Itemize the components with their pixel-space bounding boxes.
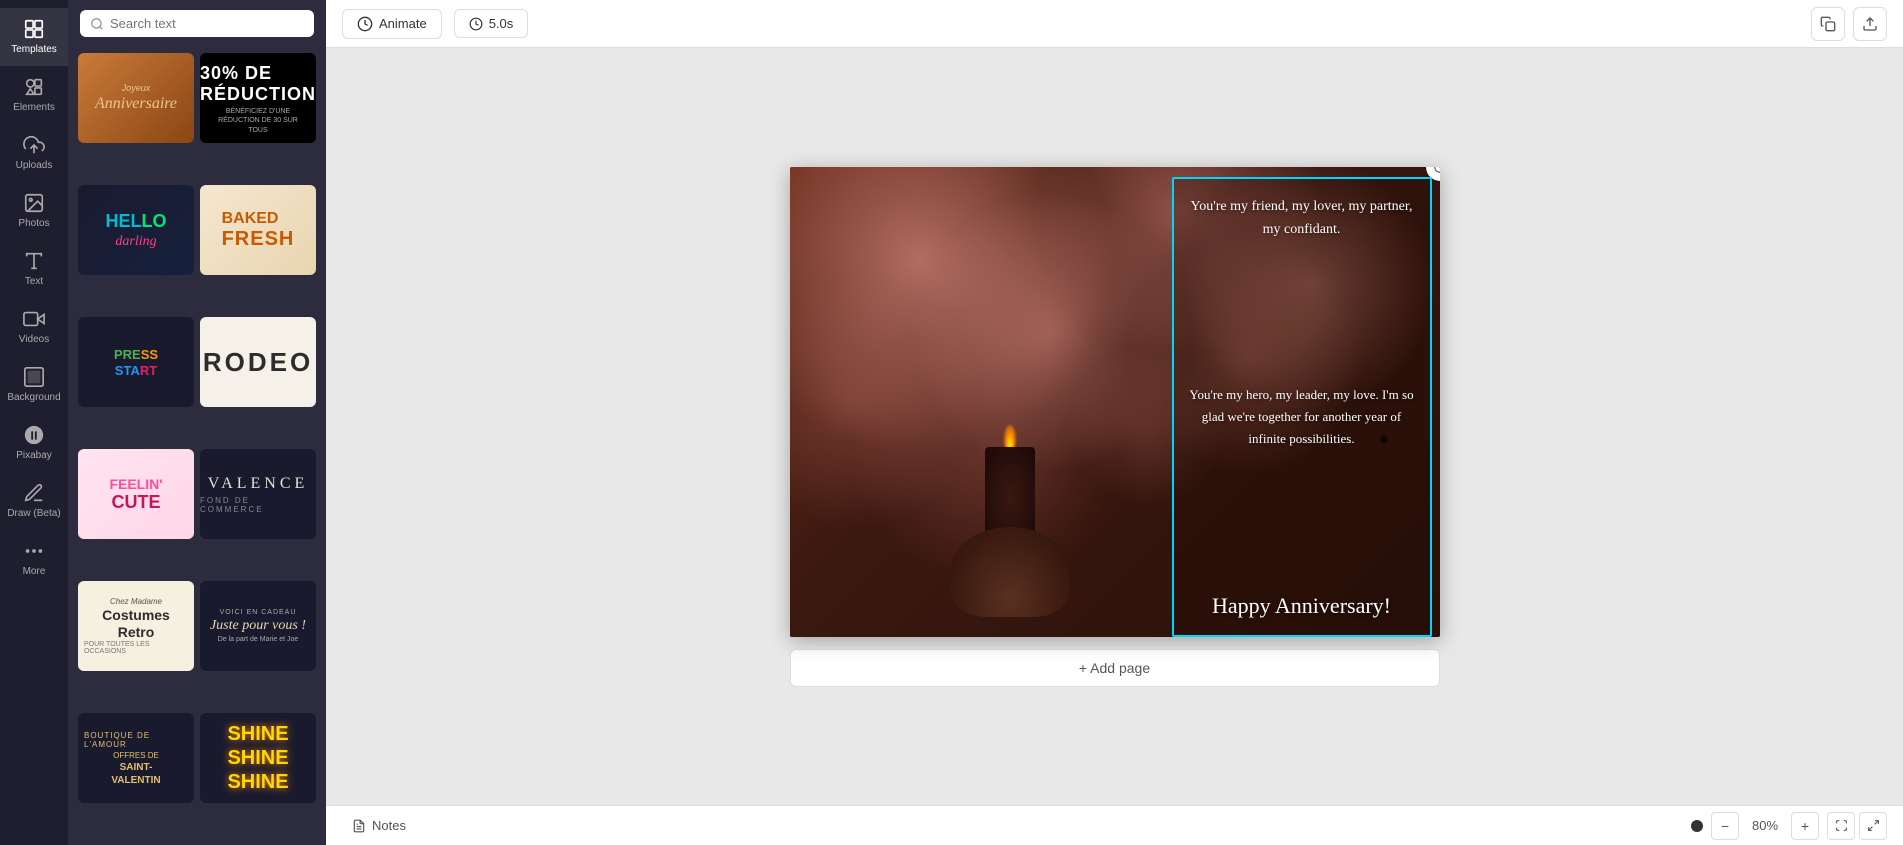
- text-icon: [23, 250, 45, 272]
- video-icon: [23, 308, 45, 330]
- search-box[interactable]: [80, 10, 314, 37]
- canvas-wrapper: You're my friend, my lover, my partner, …: [790, 167, 1440, 687]
- canvas[interactable]: You're my friend, my lover, my partner, …: [790, 167, 1440, 637]
- template-card-baked[interactable]: BAKED FRESH: [200, 185, 316, 275]
- template-card-press[interactable]: PRESS START: [78, 317, 194, 407]
- upload-icon: [23, 134, 45, 156]
- pixabay-icon: [23, 424, 45, 446]
- zoom-controls: − 80% +: [1711, 812, 1819, 840]
- notes-icon: [352, 819, 366, 833]
- signature-text: Happy Anniversary!: [1188, 593, 1416, 619]
- sidebar-item-templates[interactable]: Templates: [0, 8, 68, 66]
- more-icon: [23, 540, 45, 562]
- clock-icon: [469, 17, 483, 31]
- top-actions: [1811, 7, 1887, 41]
- template-card-hello[interactable]: HELLO darling: [78, 185, 194, 275]
- search-icon: [90, 17, 104, 31]
- sidebar-item-uploads[interactable]: Uploads: [0, 124, 68, 182]
- templates-panel: Joyeux Anniversaire 30% DERÉDUCTION BÉNÉ…: [68, 0, 326, 845]
- templates-grid: Joyeux Anniversaire 30% DERÉDUCTION BÉNÉ…: [68, 47, 326, 845]
- sidebar-item-pixabay[interactable]: Pixabay: [0, 414, 68, 472]
- bottom-bar: Notes − 80% +: [326, 805, 1903, 845]
- sidebar-item-draw[interactable]: Draw (Beta): [0, 472, 68, 530]
- template-card-saint[interactable]: BOUTIQUE DE L'AMOUR OFFRES DE SAINT- VAL…: [78, 713, 194, 803]
- template-card-rodeo[interactable]: RODEO: [200, 317, 316, 407]
- image-icon: [23, 192, 45, 214]
- view-controls: [1827, 812, 1887, 840]
- main-area: Animate 5.0s: [326, 0, 1903, 845]
- background-icon: [23, 366, 45, 388]
- template-card-feelin[interactable]: FEELIN' CUTE: [78, 449, 194, 539]
- template-card-costumes[interactable]: Chez Madame Costumes Retro POUR TOUTES L…: [78, 581, 194, 671]
- fullscreen-button[interactable]: [1859, 812, 1887, 840]
- animate-icon: [357, 16, 373, 32]
- verse1-text: You're my friend, my lover, my partner, …: [1188, 195, 1416, 243]
- search-input[interactable]: [110, 16, 304, 31]
- sidebar-item-text[interactable]: Text: [0, 240, 68, 298]
- template-card-shine[interactable]: SHINE SHINE SHINE: [200, 713, 316, 803]
- draw-icon: [23, 482, 45, 504]
- zoom-out-button[interactable]: −: [1711, 812, 1739, 840]
- shapes-icon: [23, 76, 45, 98]
- animate-button[interactable]: Animate: [342, 9, 442, 39]
- copy-button[interactable]: [1811, 7, 1845, 41]
- sidebar-item-more[interactable]: More: [0, 530, 68, 588]
- grid-icon: [23, 18, 45, 40]
- verse2-text: You're my hero, my leader, my love. I'm …: [1188, 384, 1416, 450]
- candle-flame: [1004, 425, 1016, 449]
- template-card-reduction[interactable]: 30% DERÉDUCTION BÉNÉFICIEZ D'UNE RÉDUCTI…: [200, 53, 316, 143]
- template-card-anniversaire[interactable]: Joyeux Anniversaire: [78, 53, 194, 143]
- top-bar: Animate 5.0s: [326, 0, 1903, 48]
- sidebar-item-elements[interactable]: Elements: [0, 66, 68, 124]
- text-overlay-box[interactable]: You're my friend, my lover, my partner, …: [1172, 177, 1432, 637]
- template-card-juste[interactable]: VOICI EN CADEAU Juste pour vous ! De la …: [200, 581, 316, 671]
- candle-holder: [950, 527, 1070, 617]
- search-container: [68, 0, 326, 47]
- add-page-button[interactable]: + Add page: [790, 649, 1440, 687]
- zoom-label: 80%: [1745, 818, 1785, 833]
- sidebar-item-videos[interactable]: Videos: [0, 298, 68, 356]
- notes-button[interactable]: Notes: [342, 814, 416, 837]
- template-card-valence[interactable]: VALENCE FOND DE COMMERCE: [200, 449, 316, 539]
- zoom-in-button[interactable]: +: [1791, 812, 1819, 840]
- copy-icon: [1820, 16, 1836, 32]
- fullscreen-icon: [1867, 819, 1880, 832]
- sidebar-item-background[interactable]: Background: [0, 356, 68, 414]
- sidebar-item-photos[interactable]: Photos: [0, 182, 68, 240]
- canvas-area: You're my friend, my lover, my partner, …: [326, 48, 1903, 805]
- candle-image: [910, 337, 1110, 617]
- fit-screen-icon: [1835, 819, 1848, 832]
- page-indicator: [1691, 820, 1703, 832]
- export-icon: [1862, 16, 1878, 32]
- fit-screen-button[interactable]: [1827, 812, 1855, 840]
- page-navigation: [1691, 820, 1703, 832]
- sidebar: Templates Elements Uploads Photos Text: [0, 0, 68, 845]
- duration-button[interactable]: 5.0s: [454, 9, 529, 38]
- notes-label: Notes: [372, 818, 406, 833]
- export-button[interactable]: [1853, 7, 1887, 41]
